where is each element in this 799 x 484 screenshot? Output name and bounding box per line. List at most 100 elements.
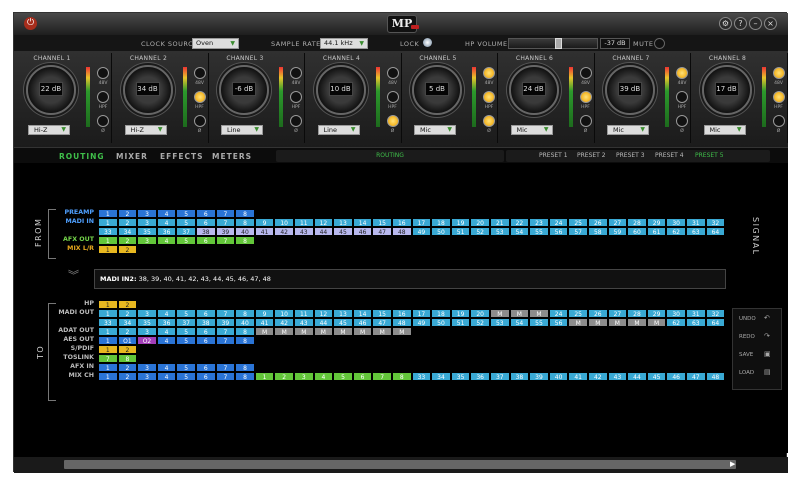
source-route-cell[interactable]: 37: [176, 227, 196, 236]
destination-route-cell[interactable]: 5: [176, 363, 196, 372]
destination-route-cell[interactable]: M: [646, 318, 667, 327]
source-route-cell[interactable]: 19: [450, 218, 471, 227]
source-route-cell[interactable]: 12: [313, 218, 334, 227]
destination-route-cell[interactable]: 40: [548, 372, 569, 381]
destination-route-cell[interactable]: M: [333, 327, 353, 336]
input-type-select[interactable]: Mic ▼: [607, 125, 649, 135]
destination-route-cell[interactable]: 44: [627, 372, 647, 381]
input-type-select[interactable]: Mic ▼: [510, 125, 553, 135]
preset-5-button[interactable]: PRESET 5: [695, 150, 724, 162]
destination-route-cell[interactable]: 48: [392, 318, 412, 327]
source-route-cell[interactable]: 15: [372, 218, 392, 227]
input-type-select[interactable]: Line ▼: [317, 125, 360, 135]
phase-invert-button[interactable]: [386, 115, 399, 127]
source-route-cell[interactable]: 57: [568, 227, 588, 236]
source-route-cell[interactable]: 38: [196, 227, 216, 236]
destination-route-cell[interactable]: 32: [705, 309, 726, 318]
input-type-select[interactable]: Mic ▼: [414, 125, 456, 135]
destination-route-cell[interactable]: 8: [117, 354, 138, 363]
source-route-cell[interactable]: 60: [627, 227, 647, 236]
destination-route-cell[interactable]: M: [352, 327, 373, 336]
gain-knob[interactable]: 24 dB: [508, 65, 559, 115]
destination-route-cell[interactable]: 8: [235, 309, 255, 318]
destination-route-cell[interactable]: 6: [196, 363, 216, 372]
phantom-48v-button[interactable]: [290, 67, 302, 79]
destination-route-cell[interactable]: 42: [588, 372, 608, 381]
destination-route-cell[interactable]: 26: [588, 309, 608, 318]
destination-route-cell[interactable]: M: [490, 309, 510, 318]
source-route-cell[interactable]: 1: [98, 236, 118, 245]
phantom-48v-button[interactable]: [579, 67, 592, 79]
phantom-48v-button[interactable]: [676, 67, 688, 79]
source-route-cell[interactable]: 7: [215, 236, 236, 245]
destination-route-cell[interactable]: 24: [548, 309, 569, 318]
destination-route-cell[interactable]: 35: [137, 318, 157, 327]
destination-route-cell[interactable]: 11: [294, 309, 314, 318]
destination-route-cell[interactable]: 2: [117, 345, 138, 354]
destination-route-cell[interactable]: O1: [117, 336, 138, 345]
destination-route-cell[interactable]: 44: [313, 318, 334, 327]
source-route-cell[interactable]: 3: [137, 209, 157, 218]
source-route-cell[interactable]: 55: [529, 227, 549, 236]
tab-meters[interactable]: METERS: [212, 152, 252, 161]
source-route-cell[interactable]: 31: [686, 218, 706, 227]
hpf-button[interactable]: [290, 91, 302, 103]
preset-2-button[interactable]: PRESET 2: [577, 150, 606, 162]
destination-route-cell[interactable]: M: [568, 318, 588, 327]
source-route-cell[interactable]: 14: [352, 218, 373, 227]
destination-route-cell[interactable]: 28: [627, 309, 647, 318]
destination-route-cell[interactable]: 17: [411, 309, 432, 318]
destination-route-cell[interactable]: 1: [98, 345, 118, 354]
destination-route-cell[interactable]: 62: [666, 318, 686, 327]
destination-route-cell[interactable]: M: [607, 318, 628, 327]
save-icon[interactable]: ▣: [764, 350, 772, 358]
save-button[interactable]: SAVE: [739, 352, 753, 358]
destination-route-cell[interactable]: 41: [568, 372, 588, 381]
tab-effects[interactable]: EFFECTS: [160, 152, 204, 161]
destination-route-cell[interactable]: 1: [98, 327, 118, 336]
source-route-cell[interactable]: 62: [666, 227, 686, 236]
destination-route-cell[interactable]: 14: [352, 309, 373, 318]
source-route-cell[interactable]: 9: [254, 218, 275, 227]
source-route-cell[interactable]: 30: [666, 218, 686, 227]
source-route-cell[interactable]: 16: [392, 218, 412, 227]
source-route-cell[interactable]: 28: [627, 218, 647, 227]
gain-knob[interactable]: 10 dB: [315, 65, 366, 115]
destination-route-cell[interactable]: 25: [568, 309, 588, 318]
source-route-cell[interactable]: 56: [548, 227, 569, 236]
phantom-48v-button[interactable]: [483, 67, 495, 79]
destination-route-cell[interactable]: 18: [431, 309, 451, 318]
source-route-cell[interactable]: 34: [117, 227, 138, 236]
source-route-cell[interactable]: 7: [215, 209, 236, 218]
source-route-cell[interactable]: 22: [509, 218, 530, 227]
help-icon[interactable]: ?: [734, 17, 747, 30]
destination-route-cell[interactable]: 8: [392, 372, 412, 381]
destination-route-cell[interactable]: 30: [666, 309, 686, 318]
source-route-cell[interactable]: 43: [294, 227, 314, 236]
destination-route-cell[interactable]: 2: [117, 372, 138, 381]
destination-route-cell[interactable]: 5: [176, 309, 196, 318]
clock-source-select[interactable]: Oven ▼: [192, 38, 239, 49]
destination-route-cell[interactable]: 8: [235, 363, 255, 372]
destination-route-cell[interactable]: 4: [156, 363, 177, 372]
redo-button[interactable]: REDO: [739, 334, 755, 340]
destination-route-cell[interactable]: 1: [254, 372, 275, 381]
minimize-icon[interactable]: –: [749, 17, 762, 30]
source-route-cell[interactable]: 49: [411, 227, 432, 236]
source-route-cell[interactable]: 24: [548, 218, 569, 227]
destination-route-cell[interactable]: 7: [215, 372, 236, 381]
source-route-cell[interactable]: 46: [352, 227, 373, 236]
source-route-cell[interactable]: 41: [254, 227, 275, 236]
destination-route-cell[interactable]: 7: [98, 354, 118, 363]
destination-route-cell[interactable]: 2: [117, 363, 138, 372]
destination-route-cell[interactable]: 38: [196, 318, 216, 327]
destination-route-cell[interactable]: 2: [274, 372, 294, 381]
source-route-cell[interactable]: 1: [98, 245, 118, 254]
input-type-select[interactable]: Hi-Z ▼: [28, 125, 70, 135]
hp-volume-slider[interactable]: [508, 38, 598, 49]
destination-route-cell[interactable]: 1: [98, 336, 118, 345]
hpf-button[interactable]: [579, 91, 592, 103]
destination-route-cell[interactable]: 20: [470, 309, 490, 318]
destination-route-cell[interactable]: 2: [117, 300, 138, 309]
gain-knob[interactable]: -6 dB: [219, 65, 269, 115]
